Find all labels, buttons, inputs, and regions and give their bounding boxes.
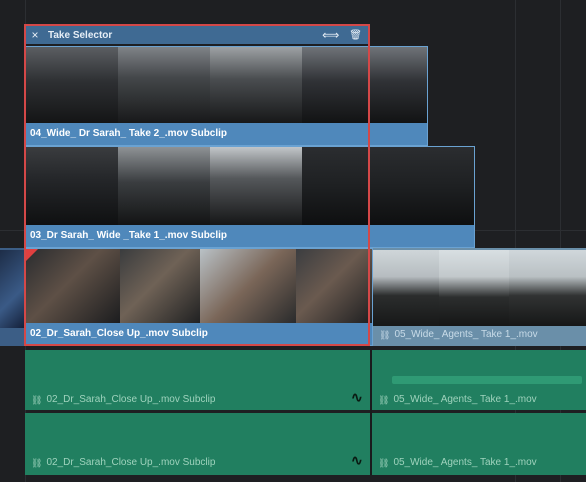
trash-icon[interactable]: 🗑 <box>349 30 362 41</box>
link-icon: ⛓ <box>31 395 43 405</box>
audio-waveform <box>392 376 582 384</box>
audio-clip-a2-left[interactable]: ⛓ 02_Dr_Sarah_Close Up_.mov Subclip ∿ <box>25 413 370 475</box>
previous-clip[interactable] <box>0 248 24 346</box>
audio-clip-label: 05_Wide_ Agents_ Take 1_.mov <box>393 394 537 405</box>
link-icon: ⛓ <box>31 458 43 468</box>
link-icon: ⛓ <box>379 329 391 340</box>
clip-edit-point <box>370 350 372 475</box>
waveform-icon[interactable]: ∿ <box>351 453 363 467</box>
link-icon: ⛓ <box>378 458 390 468</box>
audio-clip-label: 02_Dr_Sarah_Close Up_.mov Subclip <box>46 457 216 468</box>
clip-label: 05_Wide_ Agents_ Take 1_.mov <box>394 329 538 340</box>
audio-clip-a2-right[interactable]: ⛓ 05_Wide_ Agents_ Take 1_.mov <box>372 413 586 475</box>
video-clip-05-wide-agents[interactable]: ⛓ 05_Wide_ Agents_ Take 1_.mov <box>373 248 586 346</box>
audio-clip-a1-right[interactable]: ⛓ 05_Wide_ Agents_ Take 1_.mov <box>372 350 586 410</box>
fit-width-icon[interactable]: ⟺ <box>322 28 339 42</box>
waveform-icon[interactable]: ∿ <box>351 390 363 404</box>
take-selector-frame <box>24 24 370 346</box>
take-selector-title: Take Selector <box>48 29 113 41</box>
take-selector-header[interactable]: × Take Selector ⟺ 🗑 <box>26 26 368 44</box>
audio-clip-label: 02_Dr_Sarah_Close Up_.mov Subclip <box>46 394 216 405</box>
audio-clip-label: 05_Wide_ Agents_ Take 1_.mov <box>393 457 537 468</box>
link-icon: ⛓ <box>378 395 390 405</box>
audio-clip-a1-left[interactable]: ⛓ 02_Dr_Sarah_Close Up_.mov Subclip ∿ <box>25 350 370 410</box>
close-icon[interactable]: × <box>28 28 42 42</box>
